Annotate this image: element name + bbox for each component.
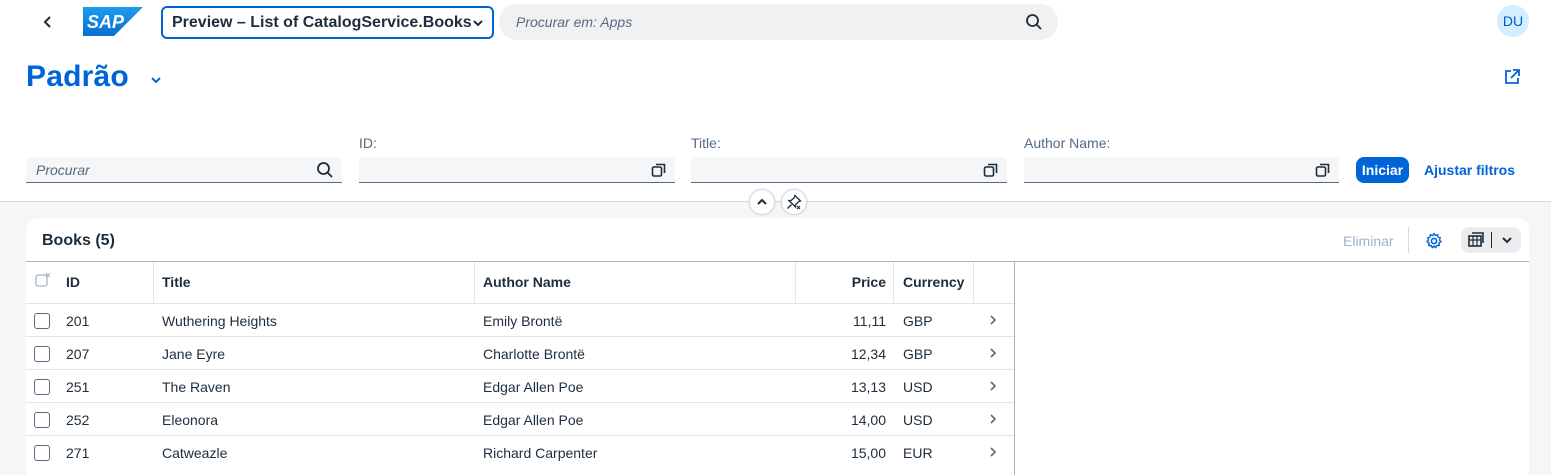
app-title: Preview – List of CatalogService.Books: [172, 13, 472, 31]
search-icon[interactable]: [1025, 13, 1043, 31]
cell-currency: EUR: [903, 445, 933, 461]
value-help-icon[interactable]: [651, 162, 667, 178]
clear-selection-icon[interactable]: [35, 272, 51, 288]
logo-text: SAP: [87, 12, 125, 32]
go-button[interactable]: Iniciar: [1356, 157, 1409, 183]
toolbar-separator: [1408, 227, 1409, 253]
table-row[interactable]: 201 Wuthering Heights Emily Brontë 11,11…: [26, 303, 1014, 336]
app-title-menu[interactable]: Preview – List of CatalogService.Books: [161, 6, 494, 39]
filter-label-id: ID:: [359, 135, 377, 151]
cell-price: 11,11: [853, 313, 886, 329]
collapse-header-button[interactable]: [749, 189, 775, 215]
table-row[interactable]: 207 Jane Eyre Charlotte Brontë 12,34 GBP: [26, 336, 1014, 369]
export-button-group: [1461, 227, 1521, 253]
table-settings-button[interactable]: [1421, 228, 1447, 254]
filter-label-title: Title:: [691, 135, 721, 151]
column-divider: [893, 262, 894, 303]
table-row[interactable]: 252 Eleonora Edgar Allen Poe 14,00 USD: [26, 402, 1014, 435]
table-row[interactable]: 271 Catweazle Richard Carpenter 15,00 EU…: [26, 435, 1014, 468]
cell-currency: GBP: [903, 346, 933, 362]
back-button[interactable]: [34, 8, 62, 36]
cell-author: Richard Carpenter: [483, 445, 598, 461]
column-divider: [474, 262, 475, 303]
navigation-arrow-icon[interactable]: [988, 313, 998, 327]
export-to-spreadsheet-icon: [1468, 232, 1484, 247]
table-title: Books (5): [42, 232, 115, 249]
column-header-title[interactable]: Title: [162, 274, 191, 290]
unpin-icon: [787, 194, 802, 210]
table-right-border: [1014, 262, 1015, 475]
cell-title: Eleonora: [162, 412, 219, 428]
cell-title: Catweazle: [162, 445, 228, 461]
cell-id: 251: [66, 379, 90, 395]
adapt-filters-link[interactable]: Ajustar filtros: [1424, 162, 1515, 178]
delete-button[interactable]: Eliminar: [1343, 233, 1394, 249]
user-avatar[interactable]: DU: [1497, 5, 1529, 37]
cell-currency: USD: [903, 412, 933, 428]
column-header-id[interactable]: ID: [66, 274, 80, 290]
cell-price: 14,00: [850, 412, 886, 428]
cell-id: 252: [66, 412, 90, 428]
cell-currency: USD: [903, 379, 933, 395]
cell-title: Wuthering Heights: [162, 313, 277, 329]
table-row[interactable]: 251 The Raven Edgar Allen Poe 13,13 USD: [26, 369, 1014, 402]
value-help-icon[interactable]: [1315, 162, 1331, 178]
navigation-arrow-icon[interactable]: [988, 445, 998, 459]
cell-price: 13,13: [850, 379, 886, 395]
export-menu-button[interactable]: [1492, 227, 1521, 253]
row-checkbox[interactable]: [34, 313, 50, 329]
row-checkbox[interactable]: [34, 379, 50, 395]
row-checkbox[interactable]: [34, 346, 50, 362]
share-icon[interactable]: [1503, 68, 1521, 86]
value-help-icon[interactable]: [983, 162, 999, 178]
shell-bar: SAP Preview – List of CatalogService.Boo…: [0, 0, 1551, 44]
navigation-arrow-icon[interactable]: [988, 412, 998, 426]
cell-price: 12,34: [850, 346, 886, 362]
cell-title: Jane Eyre: [162, 346, 226, 362]
cell-author: Edgar Allen Poe: [483, 412, 584, 428]
books-table-card: Books (5) Eliminar ID Title Author Name …: [26, 218, 1529, 475]
filter-search-placeholder: Procurar: [36, 162, 90, 178]
column-header-currency[interactable]: Currency: [903, 274, 964, 290]
filter-search-input[interactable]: Procurar: [26, 157, 342, 183]
filter-id-input[interactable]: [359, 157, 675, 183]
cell-price: 15,00: [850, 445, 886, 461]
row-checkbox[interactable]: [34, 445, 50, 461]
shell-search-placeholder: Procurar em: Apps: [516, 14, 633, 30]
chevron-down-icon[interactable]: [150, 74, 162, 86]
search-icon[interactable]: [316, 161, 334, 179]
export-button[interactable]: [1461, 227, 1491, 253]
navigation-arrow-icon[interactable]: [988, 379, 998, 393]
shell-search-field[interactable]: Procurar em: Apps: [499, 4, 1058, 40]
column-divider: [973, 262, 974, 303]
cell-author: Edgar Allen Poe: [483, 379, 584, 395]
column-header-author[interactable]: Author Name: [483, 274, 571, 290]
sap-logo[interactable]: SAP: [83, 7, 143, 36]
chevron-down-icon: [1501, 237, 1512, 244]
column-divider: [153, 262, 154, 303]
cell-author: Emily Brontë: [483, 313, 563, 329]
cell-id: 201: [66, 313, 90, 329]
navigation-arrow-icon[interactable]: [988, 346, 998, 360]
chevron-up-icon: [757, 198, 767, 205]
row-checkbox[interactable]: [34, 412, 50, 428]
cell-author: Charlotte Brontë: [483, 346, 585, 362]
table-header-border: [26, 261, 1529, 262]
column-header-price[interactable]: Price: [804, 274, 886, 290]
unpin-header-button[interactable]: [781, 189, 807, 215]
variant-title[interactable]: Padrão: [26, 60, 129, 94]
filter-label-author: Author Name:: [1024, 135, 1111, 151]
avatar-initials: DU: [1502, 13, 1524, 29]
column-divider: [795, 262, 796, 303]
cell-currency: GBP: [903, 313, 933, 329]
cell-title: The Raven: [162, 379, 231, 395]
gear-icon: [1426, 232, 1442, 249]
cell-id: 207: [66, 346, 90, 362]
chevron-left-icon: [43, 16, 51, 28]
header-divider: [0, 201, 1551, 202]
chevron-down-icon: [473, 20, 483, 27]
filter-author-input[interactable]: [1024, 157, 1339, 183]
filter-title-input[interactable]: [691, 157, 1007, 183]
cell-id: 271: [66, 445, 90, 461]
